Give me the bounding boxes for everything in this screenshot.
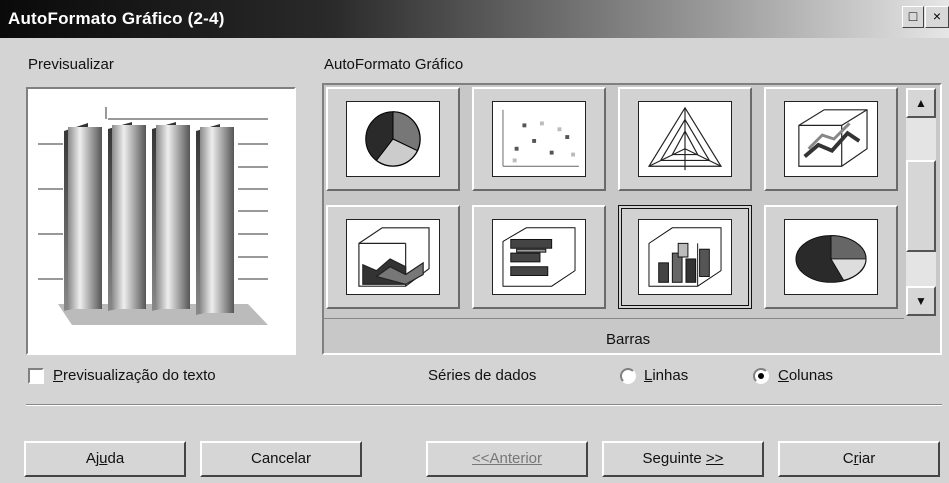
radio-colunas-label[interactable]: Colunas xyxy=(778,367,833,384)
close-button[interactable]: × xyxy=(925,6,949,28)
help-button[interactable]: Ajuda xyxy=(24,441,186,477)
separator xyxy=(26,404,942,406)
gallery-label: AutoFormato Gráfico xyxy=(324,56,464,73)
gallery-item-3d-lines[interactable] xyxy=(764,87,898,191)
gallery-caption-area: Barras xyxy=(324,318,904,355)
scatter-chart-icon xyxy=(492,101,586,177)
arrow-down-icon: ▼ xyxy=(915,294,927,308)
3d-pie-chart-icon xyxy=(784,219,878,295)
3d-columns-chart-icon xyxy=(638,219,732,295)
gallery-item-3d-pie[interactable] xyxy=(764,205,898,309)
gallery-scrollbar[interactable]: ▲ ▼ xyxy=(906,88,936,316)
radio-linhas[interactable] xyxy=(620,368,636,384)
gallery-item-net[interactable] xyxy=(618,87,752,191)
cancel-button[interactable]: Cancelar xyxy=(200,441,362,477)
gallery-item-3d-area[interactable] xyxy=(326,205,460,309)
next-button[interactable]: Seguinte >> xyxy=(602,441,764,477)
title-bar: AutoFormato Gráfico (2-4) □ × xyxy=(0,0,949,38)
radio-colunas[interactable] xyxy=(753,368,769,384)
maximize-button[interactable]: □ xyxy=(902,6,924,28)
3d-area-chart-icon xyxy=(346,219,440,295)
selected-format-caption: Barras xyxy=(606,331,651,348)
arrow-up-icon: ▲ xyxy=(915,96,927,110)
3d-bar-chart-icon xyxy=(492,219,586,295)
radio-selected-dot xyxy=(758,373,764,379)
text-preview-mnemonic: P xyxy=(53,367,64,384)
scroll-up-button[interactable]: ▲ xyxy=(906,88,936,118)
gallery-item-3d-bars[interactable] xyxy=(472,205,606,309)
net-chart-icon xyxy=(638,101,732,177)
text-preview-label[interactable]: Previsualização do texto xyxy=(53,367,216,384)
scroll-thumb[interactable] xyxy=(906,160,936,252)
radio-linhas-label[interactable]: Linhas xyxy=(644,367,688,384)
window-title: AutoFormato Gráfico (2-4) xyxy=(8,9,225,28)
create-button[interactable]: Criar xyxy=(778,441,940,477)
autoformat-gallery xyxy=(322,83,942,355)
preview-label: Previsualizar xyxy=(28,56,114,73)
data-series-label: Séries de dados xyxy=(428,367,537,384)
gallery-item-scatter[interactable] xyxy=(472,87,606,191)
back-button-label: <<Anterior xyxy=(471,450,543,467)
close-icon: × xyxy=(932,8,942,24)
gallery-item-3d-columns[interactable] xyxy=(618,205,752,309)
maximize-icon: □ xyxy=(908,8,918,24)
scroll-down-button[interactable]: ▼ xyxy=(906,286,936,316)
chart-preview xyxy=(26,87,296,355)
back-button[interactable]: <<Anterior xyxy=(426,441,588,477)
gallery-item-pie[interactable] xyxy=(326,87,460,191)
3d-lines-chart-icon xyxy=(784,101,878,177)
text-preview-label-rest: revisualização do texto xyxy=(63,367,216,384)
preview-3d-columns-image xyxy=(38,107,268,325)
pie-chart-icon xyxy=(346,101,440,177)
text-preview-checkbox[interactable] xyxy=(28,368,44,384)
